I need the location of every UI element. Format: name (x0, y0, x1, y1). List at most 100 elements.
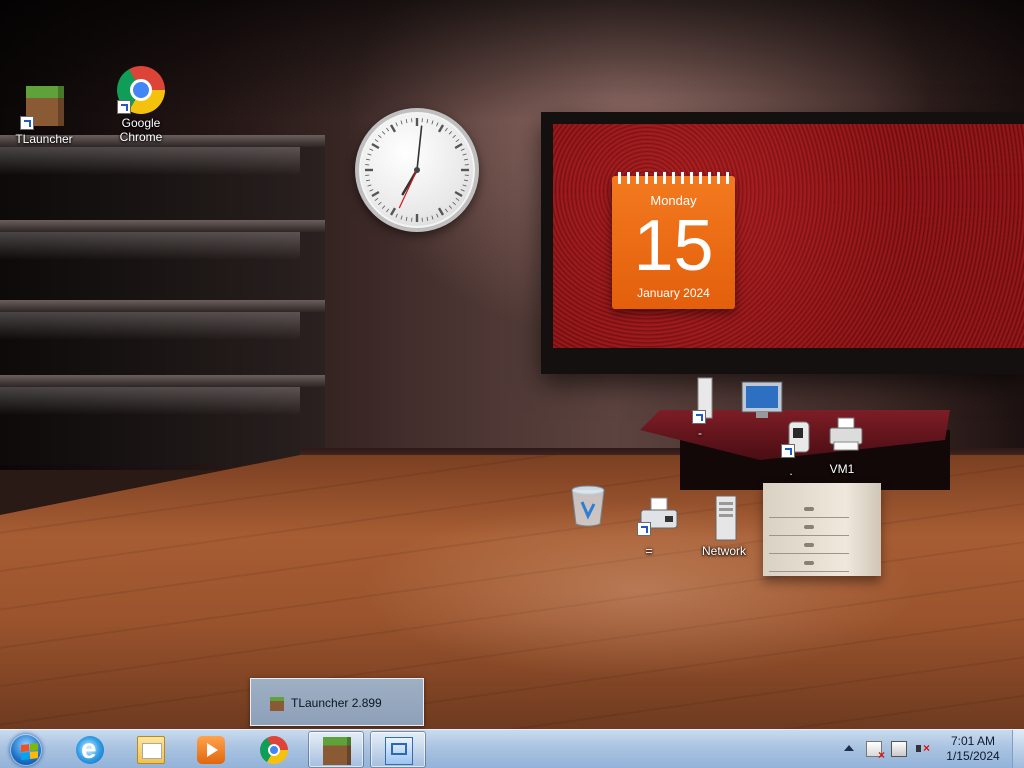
shortcut-arrow-icon (20, 116, 34, 130)
clock-minute-tick (405, 119, 408, 124)
recycle-bin-glyph (571, 485, 605, 527)
network-status-icon[interactable] (891, 741, 907, 757)
clock-hour-tick (389, 124, 397, 133)
show-desktop-button[interactable] (1012, 730, 1024, 768)
desktop-icon-label: Google Chrome (119, 116, 163, 144)
preview-window-title: TLauncher 2.899 (291, 696, 382, 710)
server-tower-icon (715, 495, 737, 541)
shortcut-arrow-icon (781, 444, 795, 458)
printer-icon (818, 412, 866, 460)
desktop-icon-google-chrome[interactable]: Google Chrome (103, 66, 179, 144)
tlauncher-icon (270, 697, 284, 711)
clock-second-hand (398, 169, 418, 209)
clock-minute-tick (374, 197, 379, 201)
desktop-icon-label: Network (701, 544, 746, 558)
clock-minute-tick (374, 139, 379, 143)
desktop-icon-label: TLauncher (15, 132, 73, 146)
clock-minute-tick (395, 122, 398, 127)
clock-minute-hand (416, 125, 423, 171)
taskbar-button-google-chrome[interactable] (246, 731, 302, 768)
clock-minute-tick (460, 148, 465, 151)
file-explorer-icon (137, 736, 165, 764)
clock-minute-tick (366, 179, 371, 182)
desktop-icon-network[interactable]: Network (686, 494, 762, 558)
printer-device-icon (829, 417, 863, 451)
taskbar: 7:01 AM 1/15/2024 (0, 729, 1024, 768)
clock-minute-tick (462, 184, 467, 187)
clock-hour-tick (371, 142, 380, 150)
desktop-icon-fax-shortcut[interactable]: = (611, 494, 687, 558)
clock-minute-tick (395, 213, 398, 218)
tray-date: 1/15/2024 (946, 749, 1000, 763)
clock-minute-tick (400, 120, 403, 125)
clock-hour-tick (437, 207, 445, 216)
action-center-flag-icon[interactable] (866, 741, 885, 762)
clock-minute-tick (452, 134, 456, 139)
drawer (769, 537, 849, 554)
desktop-icon-label: VM1 (829, 462, 855, 476)
clock-minute-tick (381, 205, 386, 209)
clock-minute-tick (405, 216, 408, 221)
fax-icon (625, 494, 678, 542)
clock-minute-tick (386, 208, 390, 213)
clock-minute-tick (400, 215, 403, 220)
taskbar-button-file-explorer[interactable] (123, 731, 179, 768)
fax-machine-icon (640, 497, 678, 529)
shelf-glow (0, 145, 300, 175)
recycle-bin-icon (564, 482, 612, 530)
taskbar-thumbnail-preview[interactable]: TLauncher 2.899 (250, 678, 424, 726)
clock-minute-tick (386, 127, 390, 132)
remote-desktop-icon (385, 737, 413, 765)
clock-minute-tick (436, 122, 439, 127)
wallpaper-shelf-bay (0, 135, 325, 465)
clock-minute-tick (463, 158, 468, 161)
clock-minute-tick (448, 205, 453, 209)
show-hidden-icons-chevron-icon[interactable] (844, 745, 854, 751)
clock-hour-tick (371, 190, 380, 198)
taskbar-button-internet-explorer[interactable] (62, 731, 118, 768)
windows-logo-icon (21, 743, 39, 761)
clock-minute-tick (452, 201, 456, 206)
taskbar-button-remote-desktop[interactable] (370, 731, 426, 768)
calendar-month-year: January 2024 (637, 286, 710, 300)
shelf (0, 300, 325, 312)
calendar-gadget[interactable]: Monday 15 January 2024 (612, 172, 735, 309)
clock-minute-tick (426, 119, 429, 124)
clock-minute-tick (378, 134, 382, 139)
shelf-glow (0, 385, 300, 415)
calendar-day-number: 15 (633, 206, 714, 286)
clock-gadget[interactable] (355, 108, 479, 232)
desktop-icon-label: = (645, 544, 653, 558)
clock-minute-tick (448, 131, 453, 135)
taskbar-button-tlauncher[interactable] (308, 731, 364, 768)
start-orb (10, 734, 42, 766)
clock-minute-tick (436, 213, 439, 218)
taskbar-button-media-player[interactable] (183, 731, 239, 768)
tray-clock[interactable]: 7:01 AM 1/15/2024 (938, 734, 1008, 764)
clock-minute-tick (455, 139, 460, 143)
desktop-icon-tlauncher[interactable]: TLauncher (6, 82, 82, 146)
clock-minute-tick (460, 189, 465, 192)
desktop-icon-vm1[interactable]: VM1 (804, 412, 880, 476)
drawer (769, 519, 849, 536)
clock-minute-tick (378, 201, 382, 206)
wallpaper-drawer-cabinet (763, 483, 881, 576)
calendar-binding-rings (618, 172, 730, 184)
clock-minute-tick (463, 179, 468, 182)
start-button[interactable] (6, 730, 46, 768)
shelf (0, 220, 325, 232)
shortcut-arrow-icon (692, 410, 706, 424)
clock-hour-tick (389, 207, 397, 216)
desktop-icon-computer-shortcut[interactable]: - (662, 376, 783, 440)
clock-minute-tick (444, 127, 448, 132)
shelf-glow (0, 310, 300, 340)
volume-muted-icon[interactable] (915, 741, 931, 757)
clock-minute-tick (381, 131, 386, 135)
shelf-glow (0, 230, 300, 260)
drawer (769, 555, 849, 572)
clock-minute-tick (444, 208, 448, 213)
drawer (769, 501, 849, 518)
clock-minute-tick (369, 148, 374, 151)
tlauncher-icon (323, 737, 351, 765)
desktop[interactable]: TLauncher Google Chrome - . VM1 = Networ… (0, 0, 1024, 768)
